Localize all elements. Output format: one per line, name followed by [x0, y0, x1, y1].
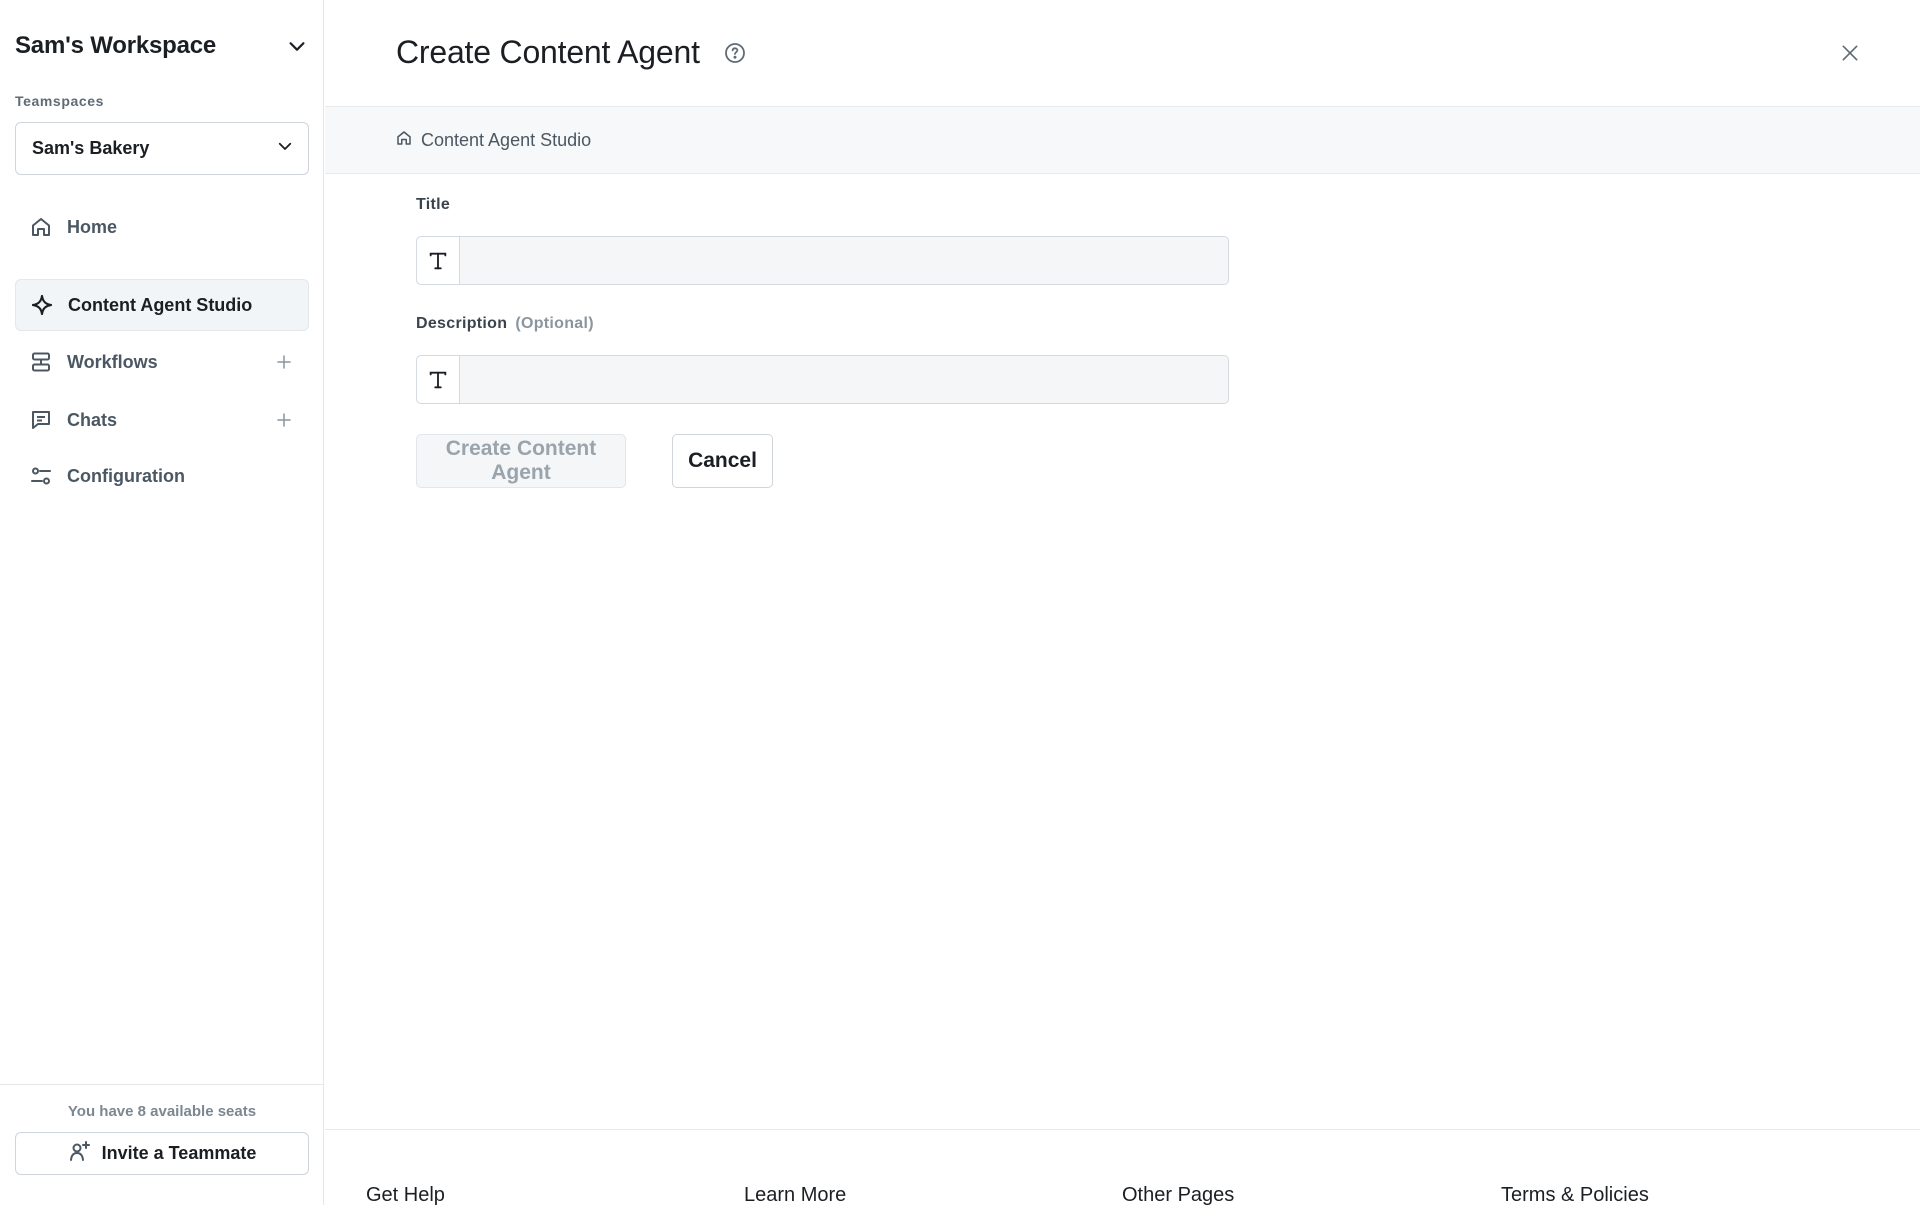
sidebar-item-content-agent-studio[interactable]: Content Agent Studio [15, 279, 309, 331]
chevron-down-icon [284, 33, 310, 59]
page-footer: Get Help Learn More Other Pages Terms & … [325, 1129, 1920, 1205]
workflow-icon [29, 350, 53, 374]
sidebar-item-configuration[interactable]: Configuration [15, 450, 309, 502]
available-seats-text: You have 8 available seats [67, 1103, 257, 1120]
add-chat-plus-icon[interactable] [273, 409, 295, 431]
description-field-label: Description [416, 315, 508, 332]
breadcrumb: Content Agent Studio [325, 107, 1920, 174]
sidebar: Sam's Workspace Teamspaces Sam's Bakery … [0, 0, 324, 1205]
add-workflow-plus-icon[interactable] [273, 351, 295, 373]
invite-teammate-button[interactable]: Invite a Teammate [15, 1132, 309, 1175]
sidebar-item-label: Configuration [67, 465, 185, 486]
sidebar-item-label: Chats [67, 409, 118, 430]
sidebar-item-label: Workflows [67, 351, 158, 372]
sidebar-item-home[interactable]: Home [15, 201, 309, 253]
sliders-icon [29, 464, 53, 488]
sidebar-item-chats[interactable]: Chats [15, 394, 309, 446]
description-field [416, 355, 1229, 404]
close-icon[interactable] [1837, 40, 1863, 66]
help-icon[interactable] [723, 41, 747, 65]
text-type-icon [417, 237, 460, 284]
chat-icon [29, 408, 53, 432]
sidebar-item-label: Home [67, 216, 118, 237]
invite-teammate-label: Invite a Teammate [101, 1143, 257, 1163]
chevron-down-icon [276, 137, 294, 160]
footer-get-help[interactable]: Get Help [366, 1184, 445, 1205]
sidebar-item-workflows[interactable]: Workflows [15, 336, 309, 388]
user-plus-icon [68, 1139, 92, 1168]
breadcrumb-label: Content Agent Studio [421, 129, 592, 150]
teamspace-selected-label: Sam's Bakery [32, 138, 150, 158]
workspace-title: Sam's Workspace [15, 32, 217, 59]
description-field-label-row: Description (Optional) [416, 315, 594, 333]
breadcrumb-content-agent-studio[interactable]: Content Agent Studio [395, 129, 591, 152]
page-title: Create Content Agent [396, 34, 700, 70]
create-content-agent-button[interactable]: Create Content Agent [416, 434, 626, 488]
sidebar-footer: You have 8 available seats Invite a Team… [0, 1084, 324, 1205]
cancel-button[interactable]: Cancel [672, 434, 773, 488]
description-input[interactable] [460, 356, 1228, 403]
home-icon [395, 129, 413, 152]
optional-label: (Optional) [515, 315, 594, 332]
page-header: Create Content Agent [325, 0, 1920, 107]
workspace-switcher[interactable]: Sam's Workspace [15, 28, 310, 64]
main-panel: Create Content Agent Content Agent Studi… [325, 0, 1920, 1205]
footer-learn-more[interactable]: Learn More [744, 1184, 846, 1205]
footer-other-pages[interactable]: Other Pages [1122, 1184, 1234, 1205]
title-field-label: Title [416, 196, 451, 213]
home-icon [29, 215, 53, 239]
sidebar-item-label: Content Agent Studio [68, 294, 253, 315]
footer-terms-policies[interactable]: Terms & Policies [1501, 1184, 1649, 1205]
text-type-icon [417, 356, 460, 403]
title-field [416, 236, 1229, 285]
title-input[interactable] [460, 237, 1228, 284]
sparkle-icon [30, 293, 54, 317]
teamspaces-label: Teamspaces [15, 93, 105, 109]
teamspace-select[interactable]: Sam's Bakery [15, 122, 309, 175]
